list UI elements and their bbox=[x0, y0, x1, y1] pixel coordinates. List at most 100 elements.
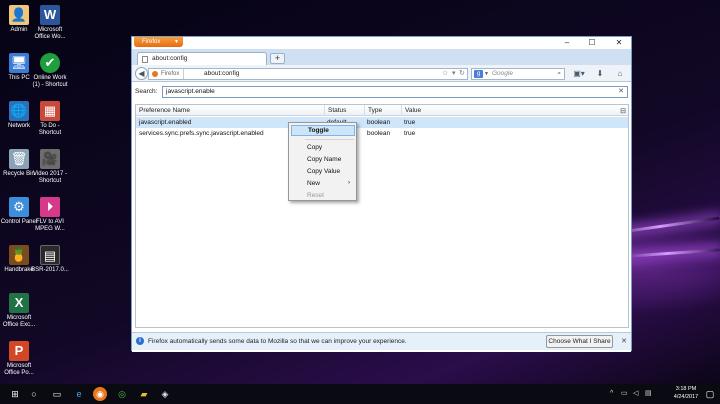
chevron-down-icon: ▼ bbox=[484, 71, 489, 77]
download-icon[interactable]: ⬇ bbox=[594, 67, 606, 80]
notifications-icon[interactable]: ▢ bbox=[704, 387, 716, 401]
search-bar[interactable]: g ▼ Google ⌕ bbox=[471, 68, 565, 80]
firefox-icon bbox=[152, 71, 158, 77]
desktop-icon-label: Network bbox=[7, 123, 30, 129]
filter-row: Search: javascript.enable ✕ bbox=[132, 82, 631, 102]
firefox-icon[interactable]: ◉ bbox=[93, 387, 107, 401]
camera-icon: 🎥 bbox=[40, 149, 60, 169]
network-icon[interactable]: ▭ bbox=[621, 384, 628, 404]
data-reporting-notification: i Firefox automatically sends some data … bbox=[132, 332, 631, 350]
desktop-icon-label: Microsoft Office Po... bbox=[4, 363, 34, 376]
url-bar[interactable]: Firefox about:config ☆ ▾ ↻ bbox=[148, 68, 468, 80]
menu-item-label: Copy Name bbox=[307, 156, 342, 163]
edge-icon[interactable]: e bbox=[72, 387, 86, 401]
column-header-type[interactable]: Type bbox=[364, 105, 401, 116]
tab-title: about:config bbox=[152, 55, 188, 62]
checkmark-shield-icon: ✔ bbox=[40, 53, 60, 73]
desktop-icon-powerpoint[interactable]: P Microsoft Office Po... bbox=[0, 341, 38, 377]
title-bar[interactable]: Firefox ▼ – ☐ ✕ bbox=[132, 37, 631, 49]
desktop-icon-online-work[interactable]: ✔ Online Work (1) - Shortcut bbox=[31, 53, 69, 89]
search-icon[interactable]: ⌕ bbox=[557, 69, 561, 79]
desktop-icon-label: To Do - Shortcut bbox=[38, 123, 62, 136]
menu-separator bbox=[305, 139, 354, 140]
desktop-icon-label: Microsoft Office Wo... bbox=[34, 27, 66, 40]
pref-name: services.sync.prefs.sync.javascript.enab… bbox=[139, 130, 264, 137]
taskbar-clock[interactable]: 3:18 PM 4/24/2017 bbox=[666, 386, 706, 401]
bookmarks-menu-icon[interactable]: ▣▾ bbox=[570, 67, 588, 80]
close-window-button[interactable]: ✕ bbox=[609, 37, 629, 49]
table-row[interactable]: services.sync.prefs.sync.javascript.enab… bbox=[136, 128, 628, 139]
back-button[interactable]: ◀ bbox=[135, 67, 148, 80]
handbrake-icon: 🍍 bbox=[9, 245, 29, 265]
table-row[interactable]: javascript.enabled default boolean true bbox=[136, 117, 628, 128]
file-explorer-icon[interactable]: ▰ bbox=[137, 387, 151, 401]
close-icon[interactable]: ✕ bbox=[621, 333, 627, 350]
search-icon[interactable]: ○ bbox=[27, 387, 41, 401]
volume-icon[interactable]: ◁ bbox=[633, 384, 638, 404]
url-text: about:config bbox=[204, 70, 240, 77]
table-header: Preference Name Status Type Value ⊟ bbox=[136, 105, 628, 116]
computer-icon: 🖥 bbox=[9, 53, 29, 73]
recycle-bin-icon: 🗑 bbox=[9, 149, 29, 169]
action-center-icon[interactable]: ▤ bbox=[645, 384, 652, 404]
tab-about-config[interactable]: about:config bbox=[137, 52, 267, 65]
menu-item-label: Copy Value bbox=[307, 168, 341, 175]
firefox-menu-label: Firefox bbox=[142, 39, 161, 45]
menu-item-label: New bbox=[307, 180, 321, 187]
taskbar: ⊞ ○ ▭ e ◉ ◎ ▰ ◈ ^ ▭ ◁ ▤ 3:18 PM 4/24/201… bbox=[0, 384, 720, 404]
user-folder-icon: 👤 bbox=[9, 5, 29, 25]
menu-item-label: Copy bbox=[307, 144, 323, 151]
menu-item-reset: Reset bbox=[291, 190, 355, 201]
desktop-icon-excel[interactable]: X Microsoft Office Exc... bbox=[0, 293, 38, 329]
menu-item-copy[interactable]: Copy bbox=[291, 142, 355, 153]
firefox-window: Firefox ▼ – ☐ ✕ about:config + ◀ Firefox… bbox=[131, 36, 632, 352]
filter-label: Search: bbox=[135, 88, 158, 95]
site-identity-block[interactable]: Firefox bbox=[149, 69, 185, 79]
menu-item-new[interactable]: New › bbox=[291, 178, 355, 189]
tray-chevron-icon[interactable]: ^ bbox=[610, 384, 613, 404]
site-identity-label: Firefox bbox=[161, 71, 180, 77]
clock-time: 3:18 PM bbox=[675, 386, 697, 392]
bookmark-star-icon[interactable]: ☆ bbox=[442, 69, 448, 79]
clock-date: 4/24/2017 bbox=[673, 393, 699, 400]
menu-item-copy-name[interactable]: Copy Name bbox=[291, 154, 355, 165]
choose-what-i-share-button[interactable]: Choose What I Share bbox=[546, 335, 613, 348]
chrome-icon[interactable]: ◎ bbox=[115, 387, 129, 401]
video-file-icon: ▤ bbox=[40, 245, 60, 265]
menu-item-toggle[interactable]: Toggle bbox=[291, 125, 355, 136]
navigation-toolbar: ◀ Firefox about:config ☆ ▾ ↻ g ▼ Google … bbox=[132, 65, 631, 82]
maximize-button[interactable]: ☐ bbox=[582, 37, 602, 49]
column-picker-icon[interactable]: ⊟ bbox=[620, 106, 626, 117]
info-icon: i bbox=[136, 337, 144, 345]
desktop-icon-label: Microsoft Office Exc... bbox=[2, 315, 36, 328]
desktop-icon-flv-to-avi[interactable]: ⏵ FLV to AVI MPEG W... bbox=[31, 197, 69, 233]
firefox-menu-button[interactable]: Firefox ▼ bbox=[134, 37, 183, 47]
menu-item-label: Toggle bbox=[308, 127, 329, 134]
column-header-name[interactable]: Preference Name bbox=[136, 105, 324, 116]
desktop-icon-label: FLV to AVI MPEG W... bbox=[35, 219, 65, 232]
filter-input[interactable]: javascript.enable ✕ bbox=[162, 86, 628, 98]
home-icon[interactable]: ⌂ bbox=[614, 67, 626, 80]
desktop-icon-bsr[interactable]: ▤ BSR-2017.0... bbox=[31, 245, 69, 274]
desktop-icon-to-do[interactable]: ▦ To Do - Shortcut bbox=[31, 101, 69, 137]
new-tab-button[interactable]: + bbox=[270, 53, 285, 64]
chevron-down-icon: ▼ bbox=[174, 39, 179, 45]
windows-start-icon[interactable]: ⊞ bbox=[8, 387, 22, 401]
minimize-button[interactable]: – bbox=[557, 37, 577, 49]
clear-icon[interactable]: ✕ bbox=[618, 87, 624, 97]
page-icon bbox=[142, 56, 148, 63]
word-icon: W bbox=[40, 5, 60, 25]
pref-value: true bbox=[404, 130, 416, 137]
pref-name: javascript.enabled bbox=[139, 119, 192, 126]
task-view-icon[interactable]: ▭ bbox=[50, 387, 64, 401]
excel-icon: X bbox=[9, 293, 29, 313]
column-header-value[interactable]: Value bbox=[401, 105, 621, 116]
search-placeholder: Google bbox=[492, 70, 513, 77]
reload-icon[interactable]: ↻ bbox=[459, 69, 465, 79]
dropdown-arrow-icon[interactable]: ▾ bbox=[452, 69, 456, 79]
column-header-status[interactable]: Status bbox=[324, 105, 364, 116]
desktop-icon-word[interactable]: W Microsoft Office Wo... bbox=[31, 5, 69, 41]
menu-item-copy-value[interactable]: Copy Value bbox=[291, 166, 355, 177]
screen-recorder-icon[interactable]: ◈ bbox=[158, 387, 172, 401]
desktop-icon-video[interactable]: 🎥 Video 2017 - Shortcut bbox=[31, 149, 69, 185]
